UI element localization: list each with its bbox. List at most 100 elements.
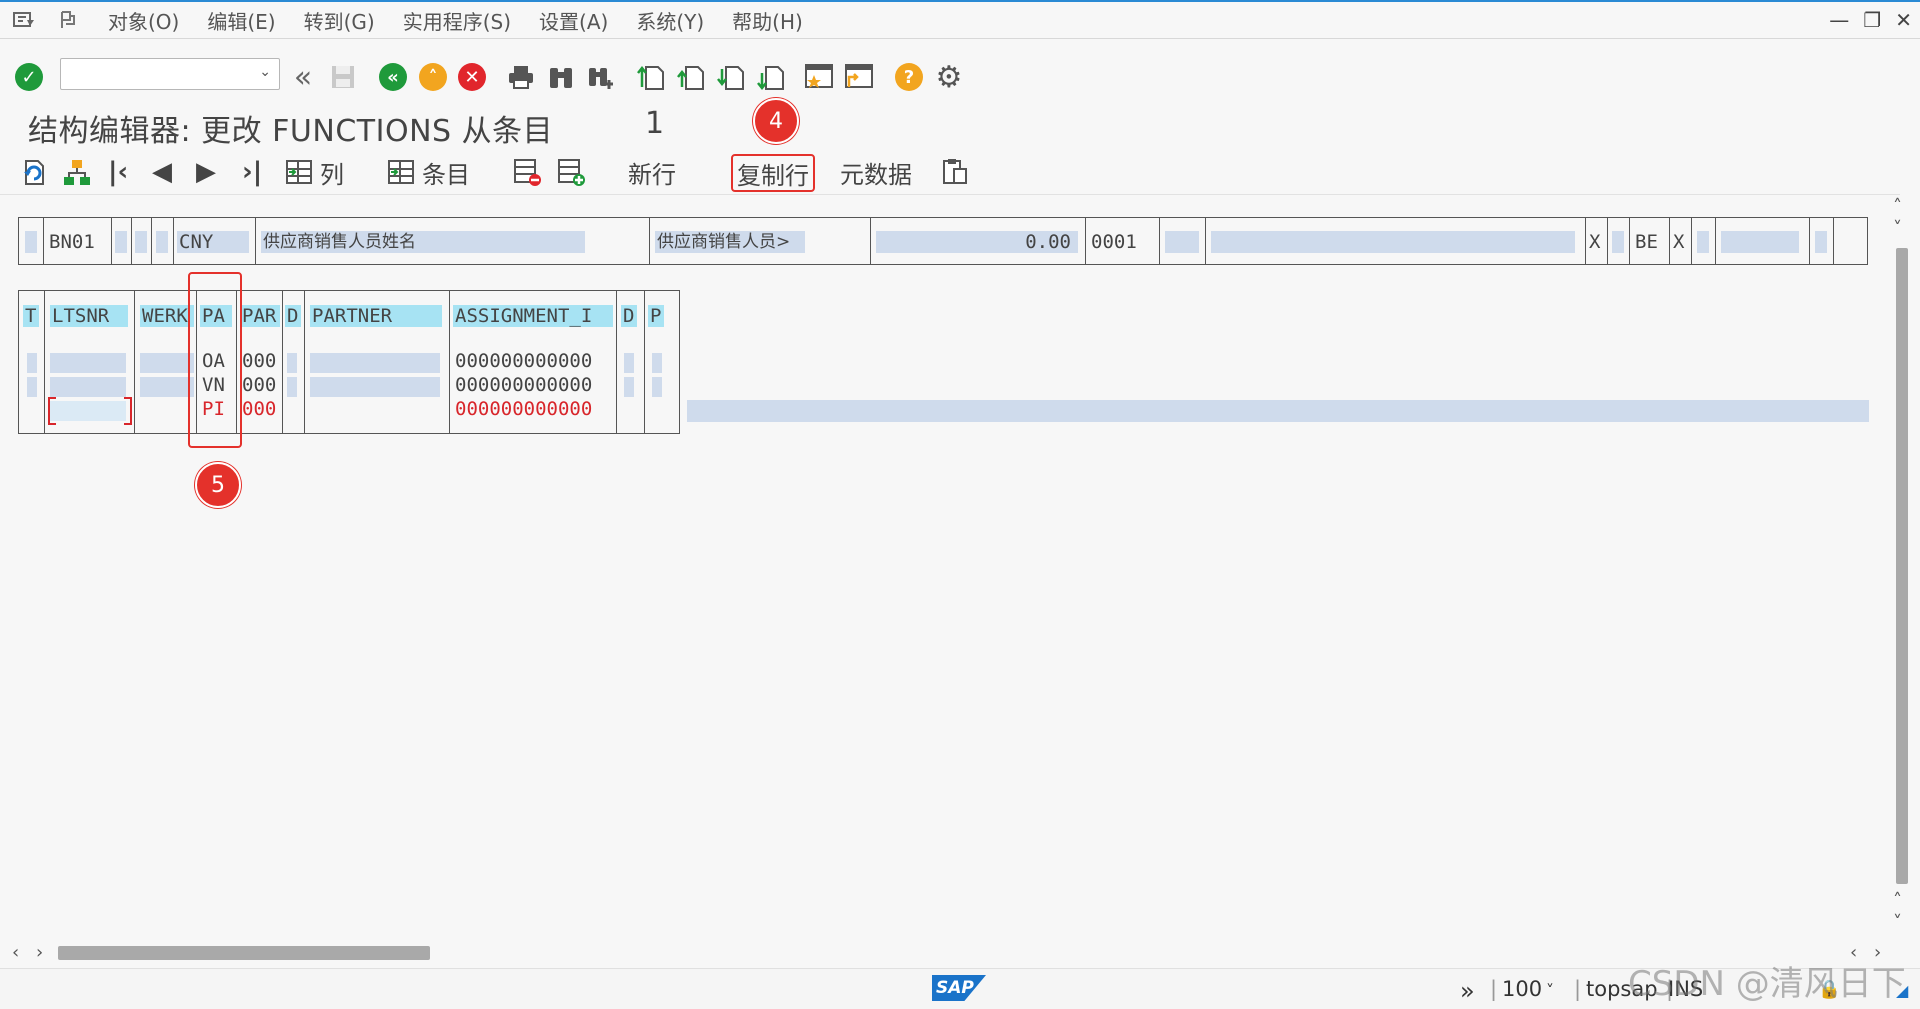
vertical-scroll-thumb[interactable] bbox=[1896, 248, 1908, 884]
customize-button[interactable]: ⚙ bbox=[932, 60, 966, 95]
find-next-button[interactable] bbox=[584, 60, 618, 94]
cancel-button[interactable]: ✕ bbox=[455, 60, 489, 94]
company-code-field[interactable]: BN01 bbox=[49, 231, 95, 253]
table-cell[interactable] bbox=[287, 353, 297, 373]
column-header-werk[interactable]: WERK bbox=[140, 305, 194, 327]
scroll-left-icon[interactable]: ‹ bbox=[12, 942, 19, 963]
column-header-partner[interactable]: PARTNER bbox=[310, 305, 442, 327]
last-entry-button[interactable]: ›| bbox=[242, 156, 262, 188]
table-cell[interactable] bbox=[27, 353, 37, 373]
header-field[interactable] bbox=[1612, 231, 1624, 253]
header-field[interactable] bbox=[156, 231, 168, 253]
chevron-down-icon[interactable]: ⌄ bbox=[259, 64, 271, 80]
next-entry-button[interactable]: ▶ bbox=[196, 156, 216, 188]
menu-utilities[interactable]: 实用程序(S) bbox=[403, 6, 511, 35]
first-page-button[interactable] bbox=[634, 60, 668, 94]
column-header-d[interactable]: D bbox=[285, 305, 301, 327]
column-header-t[interactable]: T bbox=[23, 305, 39, 327]
new-row-button[interactable]: 新行 bbox=[628, 156, 676, 189]
header-field[interactable] bbox=[1721, 231, 1799, 253]
header-field[interactable] bbox=[1815, 231, 1827, 253]
menu-settings[interactable]: 设置(A) bbox=[539, 6, 608, 35]
print-button[interactable] bbox=[504, 60, 538, 94]
double-chevron-right-icon[interactable]: » bbox=[1460, 977, 1475, 1005]
insert-row-button[interactable] bbox=[556, 156, 586, 188]
exit-button[interactable]: ˄ bbox=[416, 60, 450, 94]
vertical-scrollbar[interactable]: ˄ ˅ ˄ ˅ bbox=[1892, 196, 1910, 936]
header-field[interactable] bbox=[135, 231, 147, 253]
assignment-cell[interactable]: 000000000000 bbox=[455, 373, 592, 397]
close-window-icon[interactable]: ✕ bbox=[1895, 8, 1912, 32]
scroll-up-bottom-icon[interactable]: ˄ bbox=[1893, 890, 1902, 911]
menu-object[interactable]: 对象(O) bbox=[108, 6, 179, 35]
generate-shortcut-button[interactable] bbox=[842, 60, 876, 94]
vendor-name-field[interactable]: 供应商销售人员姓名 bbox=[263, 231, 416, 253]
first-entry-button[interactable]: |‹ bbox=[108, 156, 128, 188]
previous-page-button[interactable] bbox=[674, 60, 708, 94]
table-cell[interactable] bbox=[310, 353, 440, 373]
table-cell[interactable] bbox=[652, 377, 662, 397]
assignment-cell-new[interactable]: 000000000000 bbox=[455, 397, 592, 421]
metadata-button[interactable]: 元数据 bbox=[840, 156, 912, 189]
header-field[interactable] bbox=[1165, 231, 1199, 253]
scroll-down-small-icon[interactable]: ˅ bbox=[1893, 218, 1902, 239]
delete-row-button[interactable] bbox=[512, 156, 542, 188]
zoom-level[interactable]: 100 bbox=[1502, 977, 1542, 1001]
entry-button[interactable]: 条目 bbox=[386, 156, 470, 189]
header-field[interactable] bbox=[115, 231, 127, 253]
table-cell[interactable] bbox=[624, 377, 634, 397]
refresh-button[interactable] bbox=[18, 156, 48, 188]
collapse-left-button[interactable]: « bbox=[286, 60, 320, 95]
create-session-button[interactable] bbox=[802, 60, 836, 94]
column-button[interactable]: 列 bbox=[284, 156, 344, 189]
clipboard-button[interactable] bbox=[940, 156, 970, 188]
horizontal-scroll-thumb[interactable] bbox=[58, 946, 430, 960]
country-field[interactable]: BE bbox=[1635, 231, 1658, 253]
column-header-ltsnr[interactable]: LTSNR bbox=[50, 305, 128, 327]
currency-field[interactable]: CNY bbox=[179, 231, 213, 253]
table-cell[interactable] bbox=[140, 377, 194, 397]
row-continuation-field[interactable] bbox=[687, 400, 1869, 422]
code-field[interactable]: 0001 bbox=[1091, 231, 1137, 253]
last-page-button[interactable] bbox=[754, 60, 788, 94]
minimize-icon[interactable]: — bbox=[1829, 8, 1849, 32]
amount-field[interactable]: 0.00 bbox=[1025, 231, 1071, 253]
header-field[interactable] bbox=[1211, 231, 1575, 253]
par-cell-new[interactable]: 000 bbox=[242, 397, 276, 421]
table-cell[interactable] bbox=[50, 353, 126, 373]
column-header-d2[interactable]: D bbox=[621, 305, 637, 327]
assignment-cell[interactable]: 000000000000 bbox=[455, 349, 592, 373]
previous-entry-button[interactable]: ◀ bbox=[152, 156, 172, 188]
table-cell[interactable] bbox=[652, 353, 662, 373]
zoom-chevron-down-icon[interactable]: ˅ bbox=[1546, 981, 1554, 1000]
menu-toggle-icon[interactable] bbox=[12, 10, 36, 30]
menu-help[interactable]: 帮助(H) bbox=[732, 6, 803, 35]
menu-goto[interactable]: 转到(G) bbox=[304, 6, 375, 35]
next-page-button[interactable] bbox=[714, 60, 748, 94]
scroll-up-icon[interactable]: ˄ bbox=[1893, 196, 1902, 217]
table-cell[interactable] bbox=[310, 377, 440, 397]
table-cell[interactable] bbox=[624, 353, 634, 373]
vendor-contact-field[interactable]: 供应商销售人员> bbox=[657, 231, 790, 253]
table-cell[interactable] bbox=[140, 353, 194, 373]
copy-row-button[interactable]: 复制行 bbox=[731, 154, 815, 192]
scroll-down-icon[interactable]: ˅ bbox=[1893, 912, 1902, 933]
table-cell[interactable] bbox=[27, 377, 37, 397]
menu-system[interactable]: 系统(Y) bbox=[636, 6, 704, 35]
par-cell[interactable]: 000 bbox=[242, 349, 276, 373]
header-field[interactable] bbox=[25, 231, 37, 253]
command-field[interactable]: ⌄ bbox=[60, 58, 280, 90]
menu-edit[interactable]: 编辑(E) bbox=[207, 6, 275, 35]
header-field[interactable] bbox=[1697, 231, 1709, 253]
table-cell[interactable] bbox=[287, 377, 297, 397]
find-button[interactable] bbox=[544, 60, 578, 94]
column-header-par[interactable]: PAR bbox=[240, 305, 280, 327]
back-button[interactable]: « bbox=[376, 60, 410, 94]
hierarchy-button[interactable] bbox=[62, 156, 92, 188]
help-button[interactable]: ? bbox=[892, 60, 926, 94]
table-cell[interactable] bbox=[50, 377, 126, 397]
flag2-field[interactable]: X bbox=[1673, 231, 1684, 253]
scroll-right-small-icon[interactable]: › bbox=[36, 942, 43, 963]
pin-icon[interactable] bbox=[56, 10, 80, 30]
column-header-assignment[interactable]: ASSIGNMENT_I bbox=[453, 305, 613, 327]
